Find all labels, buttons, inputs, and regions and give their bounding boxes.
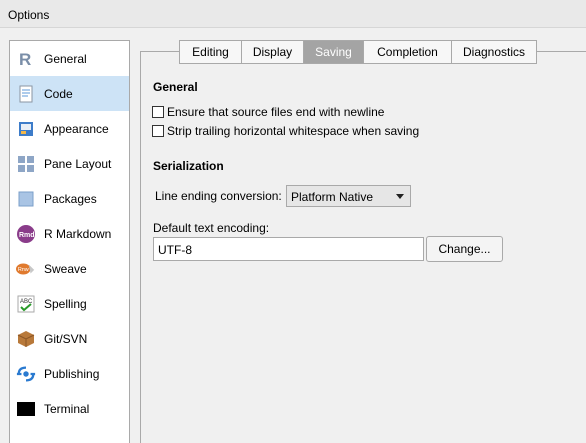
window-title: Options [8, 8, 50, 22]
tab-diagnostics[interactable]: Diagnostics [451, 40, 537, 64]
sidebar-item-label: Spelling [44, 297, 87, 311]
sidebar-item-label: R Markdown [44, 227, 112, 241]
sidebar-item-general[interactable]: R General [10, 41, 129, 76]
sidebar-item-publishing[interactable]: Publishing [10, 356, 129, 391]
sweave-icon: Rnw [16, 259, 36, 279]
sidebar-item-label: Publishing [44, 367, 100, 381]
sidebar-item-spelling[interactable]: ABC Spelling [10, 286, 129, 321]
sidebar-item-terminal[interactable]: Terminal [10, 391, 129, 426]
sidebar-item-label: Git/SVN [44, 332, 88, 346]
appearance-icon [16, 119, 36, 139]
line-ending-value: Platform Native [291, 190, 374, 204]
rmd-icon: Rmd [16, 224, 36, 244]
general-heading: General [153, 80, 198, 94]
tab-editing[interactable]: Editing [179, 40, 241, 64]
ensure-newline-option[interactable]: Ensure that source files end with newlin… [152, 105, 384, 119]
spelling-icon: ABC [16, 294, 36, 314]
options-sidebar: R General Code Appearance Pane Layout Pa… [9, 40, 130, 443]
line-ending-select[interactable]: Platform Native [286, 185, 411, 207]
svg-text:Rmd: Rmd [19, 232, 35, 239]
sidebar-item-label: Appearance [44, 122, 109, 136]
code-document-icon [16, 84, 36, 104]
sidebar-item-sweave[interactable]: Rnw Sweave [10, 251, 129, 286]
change-encoding-button[interactable]: Change... [426, 236, 503, 262]
encoding-field[interactable]: UTF-8 [153, 237, 424, 261]
svg-text:Rnw: Rnw [18, 267, 29, 273]
title-bar: Options [0, 0, 586, 28]
strip-whitespace-checkbox[interactable] [152, 125, 164, 137]
git-svn-icon [16, 329, 36, 349]
sidebar-item-label: Pane Layout [44, 157, 112, 171]
r-logo-icon: R [16, 49, 36, 69]
svg-text:R: R [19, 50, 31, 68]
line-ending-label: Line ending conversion: [155, 189, 282, 203]
packages-icon [16, 189, 36, 209]
pane-layout-icon [16, 154, 36, 174]
sidebar-item-r-markdown[interactable]: Rmd R Markdown [10, 216, 129, 251]
sidebar-item-packages[interactable]: Packages [10, 181, 129, 216]
tab-saving[interactable]: Saving [303, 40, 363, 64]
strip-whitespace-option[interactable]: Strip trailing horizontal whitespace whe… [152, 124, 419, 138]
tab-completion[interactable]: Completion [363, 40, 451, 64]
sidebar-item-label: Packages [44, 192, 97, 206]
sidebar-item-label: Sweave [44, 262, 87, 276]
chevron-down-icon [396, 194, 404, 199]
sidebar-item-code[interactable]: Code [10, 76, 129, 111]
tab-display[interactable]: Display [241, 40, 303, 64]
publishing-icon [16, 364, 36, 384]
sidebar-item-git-svn[interactable]: Git/SVN [10, 321, 129, 356]
encoding-label: Default text encoding: [153, 221, 270, 235]
ensure-newline-label: Ensure that source files end with newlin… [167, 105, 385, 119]
ensure-newline-checkbox[interactable] [152, 106, 164, 118]
serialization-heading: Serialization [153, 159, 224, 173]
terminal-icon [16, 399, 36, 419]
strip-whitespace-label: Strip trailing horizontal whitespace whe… [167, 124, 420, 138]
tab-bar: Editing Display Saving Completion Diagno… [179, 40, 537, 64]
sidebar-item-label: General [44, 52, 87, 66]
sidebar-item-appearance[interactable]: Appearance [10, 111, 129, 146]
sidebar-item-label: Terminal [44, 402, 90, 416]
sidebar-item-label: Code [44, 87, 73, 101]
sidebar-item-pane-layout[interactable]: Pane Layout [10, 146, 129, 181]
